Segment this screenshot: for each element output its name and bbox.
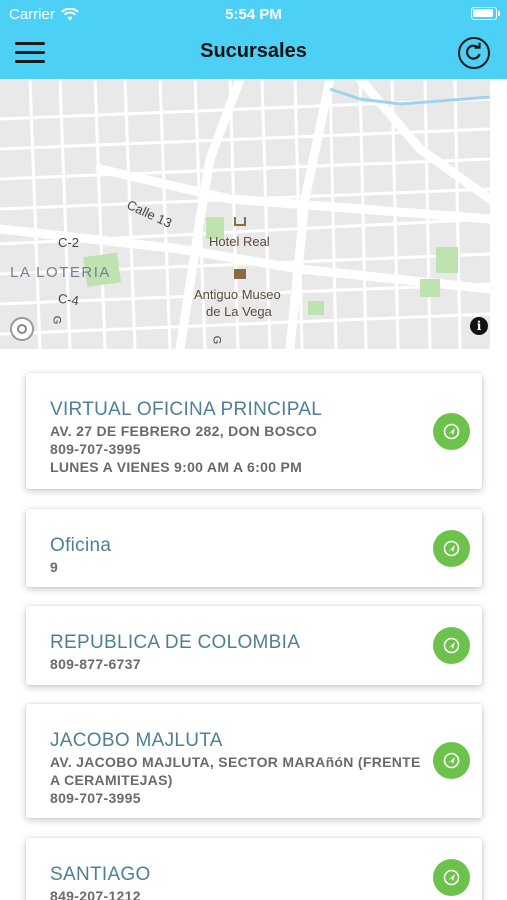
branch-hours: LUNES A VIENES 9:00 AM A 6:00 PM <box>50 459 303 475</box>
branch-card[interactable]: REPUBLICA DE COLOMBIA 809-877-6737 <box>26 606 482 685</box>
branch-info: REPUBLICA DE COLOMBIA 809-877-6737 <box>50 631 440 673</box>
branch-address: AV. 27 DE FEBRERO 282, DON BOSCO <box>50 423 318 439</box>
branch-card[interactable]: VIRTUAL OFICINA PRINCIPAL AV. 27 DE FEBR… <box>26 373 482 489</box>
branch-phone: 809-707-3995 <box>50 790 141 806</box>
branch-name: SANTIAGO <box>50 864 151 885</box>
map-label-street: C-2 <box>58 235 79 250</box>
map-label-neighborhood: LA LOTERIA <box>10 264 111 281</box>
navigate-icon[interactable] <box>433 413 470 450</box>
map-label-street: G <box>50 315 63 325</box>
header-bar: Carrier 5:54 PM Sucursales <box>0 0 507 79</box>
navigate-icon[interactable] <box>433 627 470 664</box>
map-label-poi: de La Vega <box>206 304 272 319</box>
location-icon[interactable] <box>10 317 34 341</box>
branch-phone: 809-877-6737 <box>50 656 141 672</box>
status-bar: Carrier 5:54 PM <box>0 0 507 30</box>
info-icon[interactable]: i <box>470 317 488 335</box>
navigate-icon[interactable] <box>433 859 470 896</box>
branch-card[interactable]: Oficina 9 <box>26 509 482 587</box>
map-label-street: G <box>210 335 223 345</box>
navigate-icon[interactable] <box>433 530 470 567</box>
branch-name: REPUBLICA DE COLOMBIA <box>50 632 301 653</box>
branch-name: VIRTUAL OFICINA PRINCIPAL <box>50 399 323 420</box>
map-label-poi: Hotel Real <box>209 234 270 249</box>
branch-address: AV. JACOBO MAJLUTA, SECTOR MARAñóN (FREN… <box>50 754 421 770</box>
branch-name: Oficina <box>50 535 112 556</box>
branch-info: JACOBO MAJLUTA AV. JACOBO MAJLUTA, SECTO… <box>50 729 440 807</box>
branch-address: A CERAMITEJAS) <box>50 772 173 788</box>
status-time: 5:54 PM <box>225 6 282 23</box>
hotel-icon <box>234 217 246 226</box>
map-view[interactable]: Calle 13 C-2 C-4 LA LOTERIA Hotel Real A… <box>0 79 490 349</box>
map-label-poi: Antiguo Museo <box>194 287 281 302</box>
branch-phone: 809-707-3995 <box>50 441 141 457</box>
branch-card[interactable]: JACOBO MAJLUTA AV. JACOBO MAJLUTA, SECTO… <box>26 704 482 818</box>
museum-icon <box>234 269 246 279</box>
refresh-icon[interactable] <box>458 37 490 69</box>
branch-phone: 849-207-1212 <box>50 888 141 900</box>
branch-info: Oficina 9 <box>50 534 440 576</box>
map-label-street: C-4 <box>57 290 80 309</box>
branch-info: SANTIAGO 849-207-1212 <box>50 863 440 900</box>
branch-card[interactable]: SANTIAGO 849-207-1212 <box>26 838 482 900</box>
branch-detail: 9 <box>50 559 59 575</box>
navigate-icon[interactable] <box>433 742 470 779</box>
branch-info: VIRTUAL OFICINA PRINCIPAL AV. 27 DE FEBR… <box>50 398 440 476</box>
battery-icon <box>471 7 500 20</box>
branch-list: VIRTUAL OFICINA PRINCIPAL AV. 27 DE FEBR… <box>0 349 507 900</box>
page-title: Sucursales <box>200 40 307 62</box>
branch-name: JACOBO MAJLUTA <box>50 730 223 751</box>
